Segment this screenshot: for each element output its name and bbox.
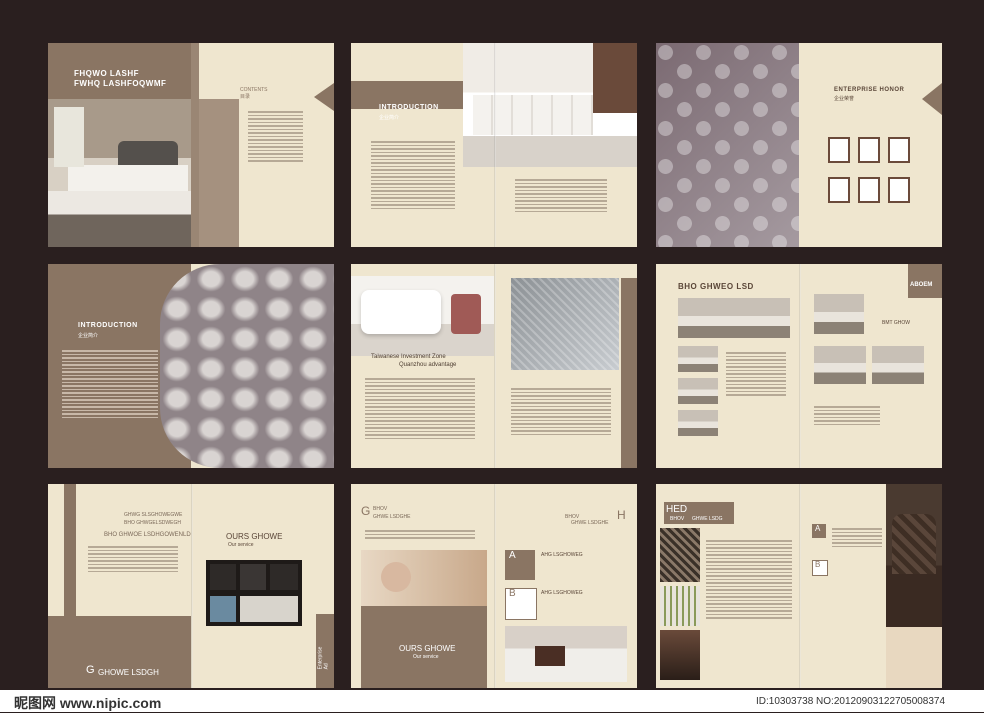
footer-bar: 昵图网 www.nipic.com ID:10303738 NO:2012090…: [0, 690, 984, 712]
cover-title-1: FHQWO LASHF: [74, 69, 140, 78]
investment-caption-1: Taiwanese Investment Zone: [371, 354, 446, 360]
investment-caption-2: Quanzhou advantage: [399, 362, 457, 368]
woman-photo: [361, 550, 487, 606]
hed-title: HED: [666, 504, 688, 515]
s9-body: [706, 538, 792, 621]
pillow-photo: [351, 276, 494, 356]
contents-list: [248, 109, 303, 164]
spread-hed: HED BHOV GHWE LSDG A B: [656, 484, 942, 688]
big-title: GHOWE LSDGH: [98, 668, 159, 677]
spread-ours-ghowe: GHWG SLSGHOWEGWE BHO GHWGELSDWEGH BHO GH…: [48, 484, 334, 688]
product-room-photo: [814, 346, 866, 384]
side-tab-label: Enterprise Ad: [317, 646, 330, 670]
product-desc: [726, 350, 786, 398]
s8-body: [365, 528, 475, 541]
certificate: [858, 177, 880, 203]
certificate: [888, 177, 910, 203]
box-a-letter: A: [509, 550, 516, 561]
s7-body: [88, 544, 178, 574]
ours-ghowe-title: OURS GHOWE: [399, 644, 456, 653]
product-thumb: [678, 410, 718, 436]
product-tab-label: ABOEM: [910, 282, 933, 288]
box-b-letter: B: [509, 588, 516, 599]
image-id: ID:10303738 NO:20120903122705008374: [756, 696, 946, 707]
side-bar: [64, 484, 76, 624]
product-title: BHO GHWEO LSD: [678, 282, 754, 291]
box-a-letter: A: [815, 524, 821, 533]
bed-photo: [48, 99, 191, 247]
investment-body-right: [511, 386, 611, 437]
big-g-letter: G: [361, 504, 371, 518]
ours-ghowe-title: OURS GHOWE: [226, 532, 283, 541]
ghwe-label: GHWE LSDG: [692, 516, 723, 522]
spread-cover: FHQWO LASHF FWHQ LASHFOQWMF CONTENTS 目录: [48, 43, 334, 247]
showroom-photo: [206, 560, 302, 626]
bedding-photo: [463, 43, 637, 167]
heading-3: BHO GHWOE LSDHGOWENLD: [104, 532, 191, 538]
bhov-label: BHOV: [670, 516, 685, 522]
ghwe-label: GHWE LSDGHE: [373, 514, 411, 520]
ghwe2-label: GHWE LSDGHE: [571, 520, 609, 526]
heading-1: GHWG SLSGHOWEGWE: [124, 512, 183, 518]
intro-body-left: [371, 139, 455, 211]
product-room-photo: [814, 294, 864, 334]
product-room-photo: [872, 346, 924, 384]
product-thumb: [678, 378, 718, 404]
bhov-label: BHOV: [373, 506, 388, 512]
big-h-letter: H: [617, 508, 626, 522]
cover-title-2: FWHQ LASHFOQWMF: [74, 79, 167, 88]
product-tab: [908, 264, 942, 298]
intro-title-cn: 企业简介: [379, 115, 400, 121]
bottom-band: [48, 616, 191, 688]
product-bed-photo: [678, 298, 790, 338]
bedroom-photo: [505, 626, 627, 682]
honor-title-cn: 企业荣誉: [834, 96, 855, 102]
mattress-quilt-photo: [160, 264, 334, 468]
intro2-body: [62, 348, 158, 420]
product-subtitle: BMT GHOW: [882, 320, 910, 326]
certificate: [888, 137, 910, 163]
intro-body-right: [515, 177, 607, 214]
spring-coil-photo: [660, 586, 700, 626]
contents-label-cn: 目录: [240, 94, 251, 100]
site-logo: 昵图网 www.nipic.com: [14, 695, 162, 711]
spread-introduction-1: INTRODUCTION 企业简介: [351, 43, 637, 247]
certificate: [858, 137, 880, 163]
certificate: [828, 177, 850, 203]
foam-material-photo: [511, 278, 619, 370]
headboard-photo: [886, 484, 942, 688]
spread-enterprise-honor: ENTERPRISE HONOR 企业荣誉: [656, 43, 942, 247]
our-service-label: Our service: [228, 542, 254, 548]
intro2-title: INTRODUCTION: [78, 322, 138, 329]
s9-right-body: [832, 526, 882, 549]
spread-introduction-2: INTRODUCTION 企业简介: [48, 264, 334, 468]
box-b-letter: B: [815, 560, 821, 569]
intro-title: INTRODUCTION: [379, 104, 439, 111]
investment-body-left: [365, 376, 475, 441]
spread-our-service: G BHOV GHWE LSDGHE OURS GHOWE Our servic…: [351, 484, 637, 688]
product-thumb: [678, 346, 718, 372]
honor-title: ENTERPRISE HONOR: [834, 87, 905, 93]
service-label: Our service: [413, 654, 439, 660]
spread-investment-zone: Taiwanese Investment Zone Quanzhou advan…: [351, 264, 637, 468]
heading-2: BHO GHWGELSDWEGH: [124, 520, 181, 526]
ahg-title-2: AHG LSGHOWEG: [541, 590, 583, 596]
product-desc-right: [814, 404, 880, 427]
certificate: [828, 137, 850, 163]
room-photo: [660, 630, 700, 680]
mattress-closeup-photo: [656, 43, 799, 247]
spread-product-catalog: BHO GHWEO LSD ABOEM BMT GHOW: [656, 264, 942, 468]
spring-photo: [660, 528, 700, 582]
big-letter-g: G: [86, 664, 95, 676]
intro2-title-cn: 企业简介: [78, 333, 99, 339]
ahg-title-1: AHG LSGHOWEG: [541, 552, 583, 558]
